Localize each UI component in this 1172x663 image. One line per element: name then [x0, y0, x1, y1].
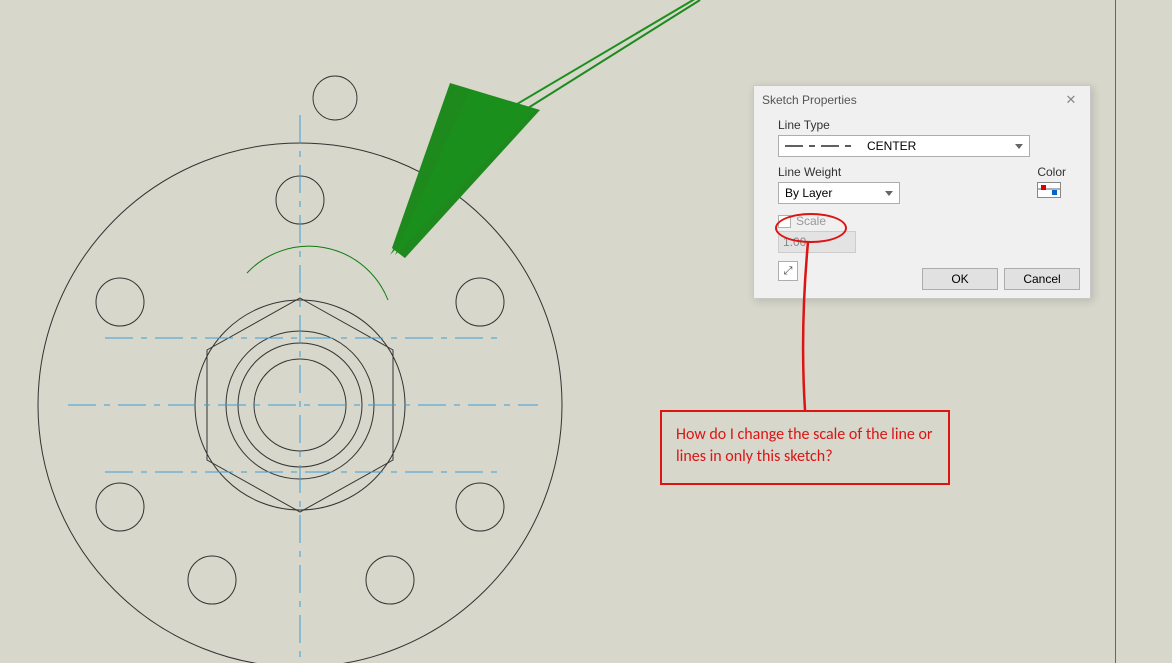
line-weight-dropdown[interactable]: By Layer: [778, 182, 900, 204]
color-label: Color: [1037, 165, 1066, 179]
line-weight-label: Line Weight: [778, 165, 900, 179]
scale-highlight-ellipse: [775, 213, 847, 243]
sketch-properties-dialog: Sketch Properties ✕ Line Type CENTER: [753, 85, 1091, 299]
stretch-icon: ⤢: [784, 265, 793, 278]
drawing-canvas[interactable]: How do I change the scale of the line or…: [0, 0, 1172, 663]
line-type-value: CENTER: [867, 139, 916, 153]
chevron-down-icon: [885, 191, 893, 196]
center-line-preview-icon: [785, 141, 855, 151]
color-picker-icon[interactable]: [1037, 182, 1061, 198]
dialog-titlebar[interactable]: Sketch Properties ✕: [754, 86, 1090, 114]
chevron-down-icon: [1015, 144, 1023, 149]
ok-button[interactable]: OK: [922, 268, 998, 290]
dialog-title: Sketch Properties: [762, 93, 857, 107]
annotation-text: How do I change the scale of the line or…: [676, 424, 934, 467]
close-icon[interactable]: ✕: [1060, 89, 1082, 111]
viewport-divider: [1115, 0, 1116, 663]
annotation-callout: How do I change the scale of the line or…: [660, 410, 950, 485]
line-type-dropdown[interactable]: CENTER: [778, 135, 1030, 157]
cancel-button[interactable]: Cancel: [1004, 268, 1080, 290]
stretch-toggle[interactable]: ⤢: [778, 261, 798, 281]
line-weight-value: By Layer: [785, 186, 832, 200]
line-type-label: Line Type: [778, 118, 1066, 132]
